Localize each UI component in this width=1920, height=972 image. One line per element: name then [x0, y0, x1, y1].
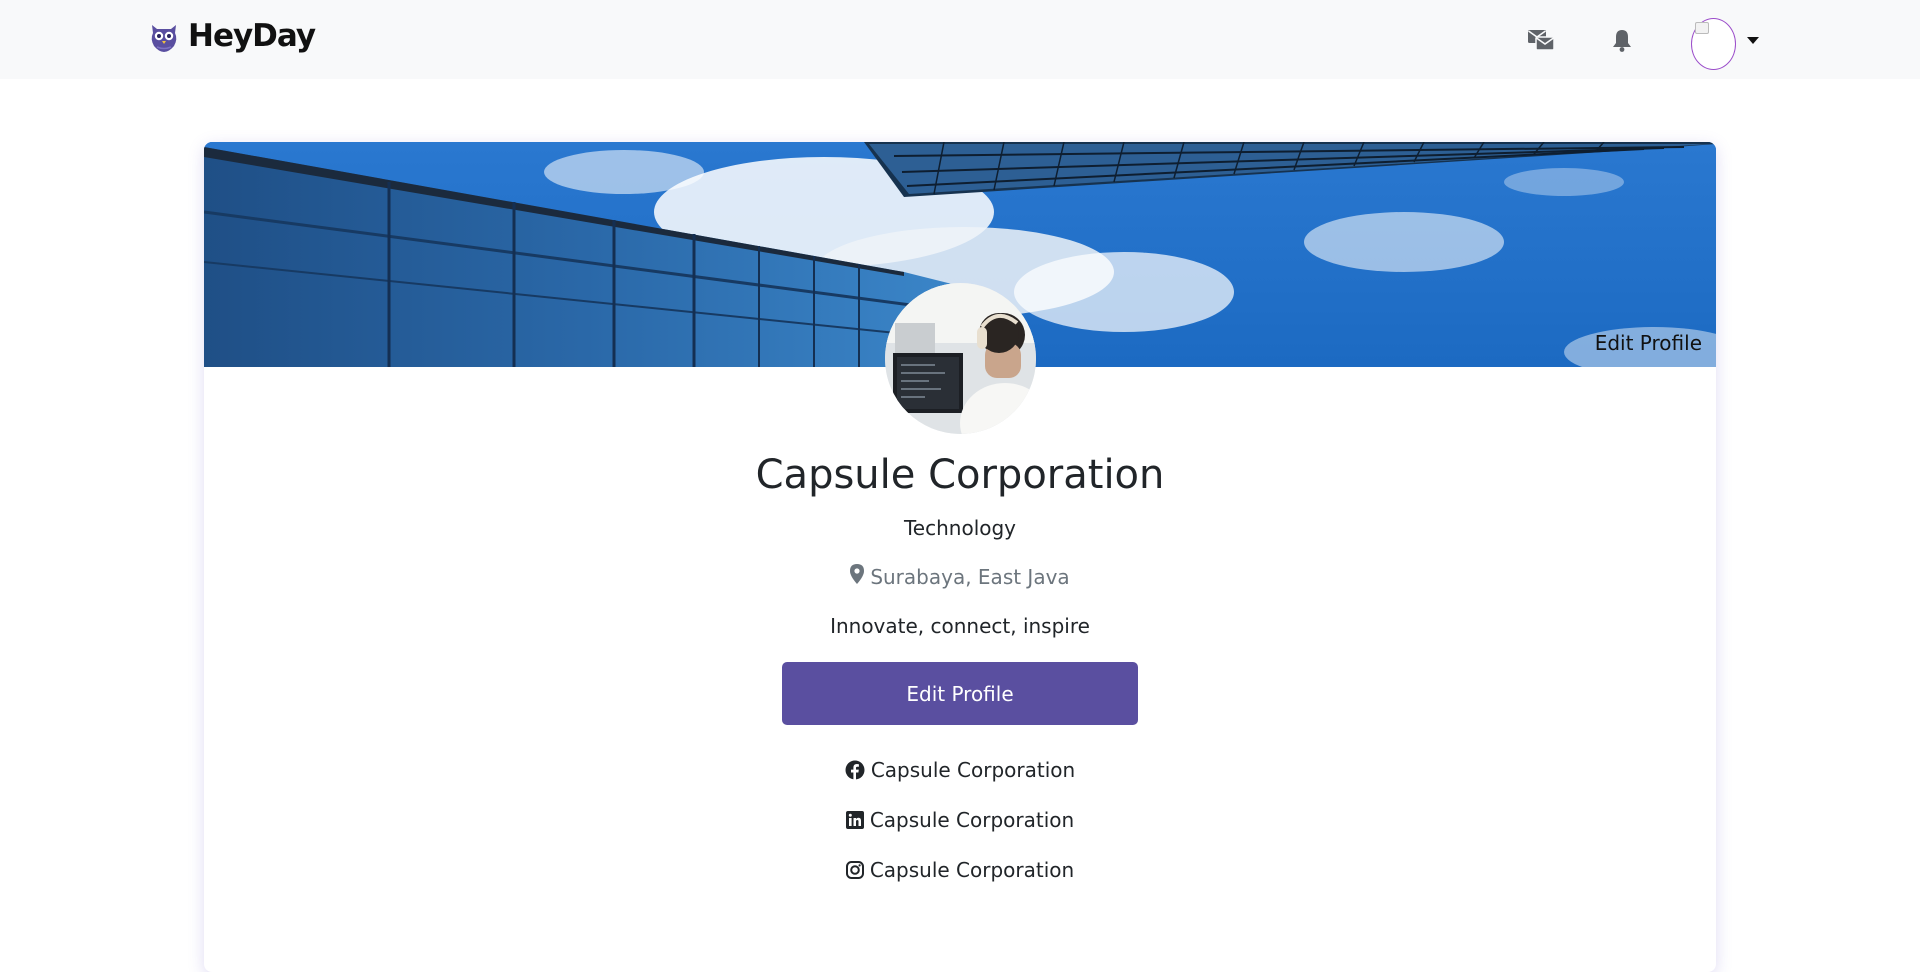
brand-name: HeyDay [188, 18, 316, 54]
facebook-icon [845, 760, 865, 780]
caret-down-icon [1747, 30, 1759, 49]
company-location: Surabaya, East Java [204, 564, 1716, 589]
user-menu-toggle[interactable] [1745, 33, 1761, 45]
user-avatar[interactable] [1691, 18, 1736, 70]
location-text: Surabaya, East Java [870, 564, 1070, 589]
instagram-icon [845, 861, 864, 879]
company-tagline: Innovate, connect, inspire [830, 614, 1090, 638]
broken-image-icon [1695, 22, 1709, 34]
messages-button[interactable] [1526, 25, 1556, 55]
instagram-link[interactable]: Capsule Corporation [204, 858, 1716, 882]
company-avatar [885, 283, 1036, 434]
map-pin-icon [850, 564, 865, 589]
top-navbar: HeyDay [0, 0, 1920, 79]
instagram-link-text: Capsule Corporation [869, 858, 1075, 882]
company-industry: Technology [903, 516, 1017, 540]
cover-edit-profile-link[interactable]: Edit Profile [1595, 331, 1702, 355]
bell-icon [1611, 28, 1633, 52]
edit-profile-button[interactable]: Edit Profile [782, 662, 1138, 725]
profile-card: Edit Profile Capsule Corporation Technol… [204, 142, 1716, 972]
brand-home-link[interactable]: HeyDay [148, 18, 316, 54]
owl-logo-icon [148, 19, 180, 53]
company-name: Capsule Corporation [755, 452, 1165, 498]
notifications-button[interactable] [1607, 25, 1637, 55]
linkedin-link-text: Capsule Corporation [869, 808, 1075, 832]
linkedin-link[interactable]: Capsule Corporation [204, 808, 1716, 832]
linkedin-icon [845, 811, 864, 829]
facebook-link-text: Capsule Corporation [870, 758, 1076, 782]
facebook-link[interactable]: Capsule Corporation [204, 758, 1716, 782]
mail-stack-icon [1527, 28, 1555, 52]
